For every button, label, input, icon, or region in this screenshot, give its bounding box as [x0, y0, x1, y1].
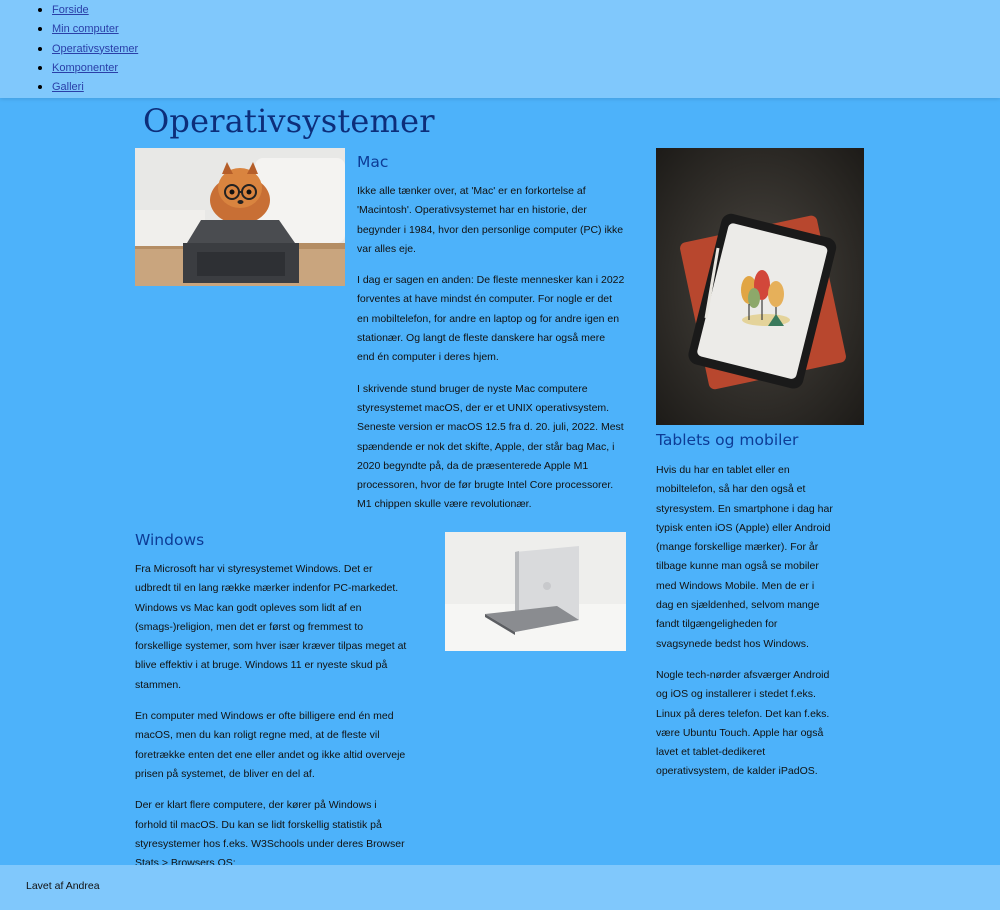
nav-item-komponenter: Komponenter — [52, 59, 1000, 78]
mac-paragraph: I skrivende stund bruger de nyste Mac co… — [357, 382, 624, 511]
dog-laptop-image — [135, 148, 345, 286]
top-nav: Forside Min computer Operativsystemer Ko… — [0, 0, 1000, 98]
nav-link-komponenter[interactable]: Komponenter — [52, 62, 118, 74]
windows-paragraph: En computer med Windows er ofte billiger… — [135, 710, 406, 780]
nav-link-min-computer[interactable]: Min computer — [52, 23, 119, 35]
tablets-paragraph: Hvis du har en tablet eller en mobiltele… — [656, 464, 833, 650]
tablets-text: Hvis du har en tablet eller en mobiltele… — [656, 461, 834, 794]
windows-text: Fra Microsoft har vi styresystemet Windo… — [135, 560, 410, 905]
tablets-heading: Tablets og mobiler — [656, 431, 799, 449]
laptop-image — [445, 532, 626, 651]
nav-link-galleri[interactable]: Galleri — [52, 81, 84, 93]
footer: Lavet af Andrea — [0, 865, 1000, 910]
nav-link-operativsystemer[interactable]: Operativsystemer — [52, 43, 138, 55]
page-title: Operativsystemer — [143, 102, 435, 140]
nav-item-min-computer: Min computer — [52, 20, 1000, 39]
mac-heading: Mac — [357, 153, 389, 171]
nav-link-forside[interactable]: Forside — [52, 4, 89, 16]
nav-item-operativsystemer: Operativsystemer — [52, 40, 1000, 59]
nav-item-forside: Forside — [52, 1, 1000, 20]
mac-paragraph: Ikke alle tænker over, at 'Mac' er en fo… — [357, 185, 624, 255]
footer-text: Lavet af Andrea — [26, 880, 100, 892]
tablet-image — [656, 148, 864, 425]
windows-paragraph: Fra Microsoft har vi styresystemet Windo… — [135, 563, 407, 691]
tablets-paragraph: Nogle tech-nørder afsværger Android og i… — [656, 668, 830, 778]
nav-list: Forside Min computer Operativsystemer Ko… — [0, 0, 1000, 97]
windows-heading: Windows — [135, 531, 205, 549]
mac-text: Ikke alle tænker over, at 'Mac' er en fo… — [357, 182, 625, 527]
nav-item-galleri: Galleri — [52, 78, 1000, 97]
mac-paragraph: I dag er sagen en anden: De fleste menne… — [357, 274, 625, 364]
